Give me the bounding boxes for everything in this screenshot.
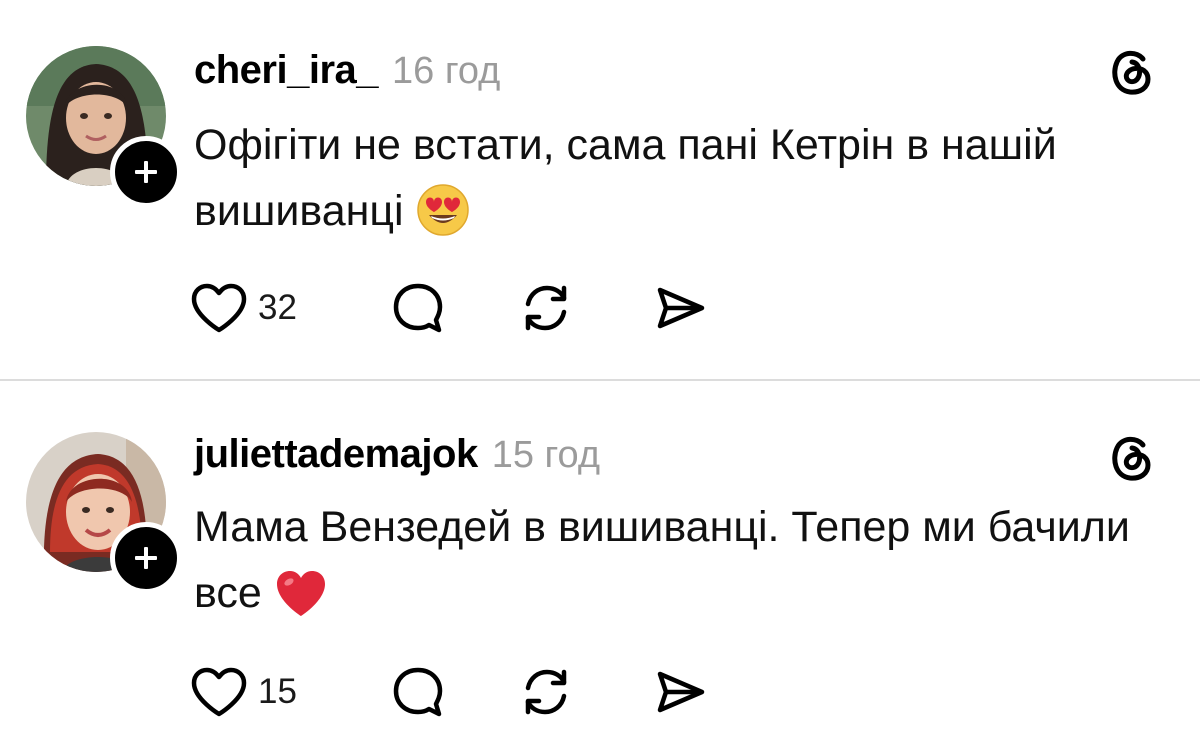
threads-icon[interactable] [1108,46,1156,98]
heart-eyes-emoji [416,183,470,256]
comment-body: Офігіти не встати, сама пані Кетрін в на… [194,121,1057,235]
speech-bubble-icon [393,283,443,333]
heart-outline-icon [191,667,247,717]
timestamp: 16 год [392,50,501,92]
username[interactable]: juliettademajok [194,432,478,477]
repost-button[interactable] [518,280,574,336]
timestamp: 15 год [491,434,601,476]
paper-plane-icon [657,287,705,329]
comment-post: cheri_ira_ 16 год Офігіти не встати, сам… [0,0,1200,380]
like-button[interactable]: 15 [190,664,297,720]
like-button[interactable]: 32 [190,280,297,336]
post-actions: 32 [190,280,750,336]
divider [0,379,1200,381]
red-heart-emoji [274,569,328,638]
comment-body: Мама Вензедей в вишиванці. Тепер ми бачи… [194,503,1130,617]
share-button[interactable] [652,280,708,336]
repost-button[interactable] [518,664,574,720]
post-actions: 15 [190,664,750,720]
threads-icon[interactable] [1108,432,1156,484]
follow-button[interactable] [110,522,182,594]
comment-post: juliettademajok 15 год Мама Вензедей в в… [0,382,1200,756]
follow-button[interactable] [110,136,182,208]
like-count: 15 [258,672,297,711]
speech-bubble-icon [393,667,443,717]
heart-outline-icon [191,283,247,333]
share-button[interactable] [652,664,708,720]
plus-icon [135,547,157,569]
repost-arrows-icon [525,669,567,715]
repost-arrows-icon [525,285,567,331]
comment-button[interactable] [390,280,446,336]
comment-button[interactable] [390,664,446,720]
plus-icon [135,161,157,183]
post-header: cheri_ira_ 16 год [194,48,500,93]
post-header: juliettademajok 15 год [194,432,600,477]
comment-text: Офігіти не встати, сама пані Кетрін в на… [194,112,1134,256]
comment-text: Мама Вензедей в вишиванці. Тепер ми бачи… [194,494,1134,638]
like-count: 32 [258,288,297,327]
username[interactable]: cheri_ira_ [194,48,379,93]
paper-plane-icon [657,671,705,713]
